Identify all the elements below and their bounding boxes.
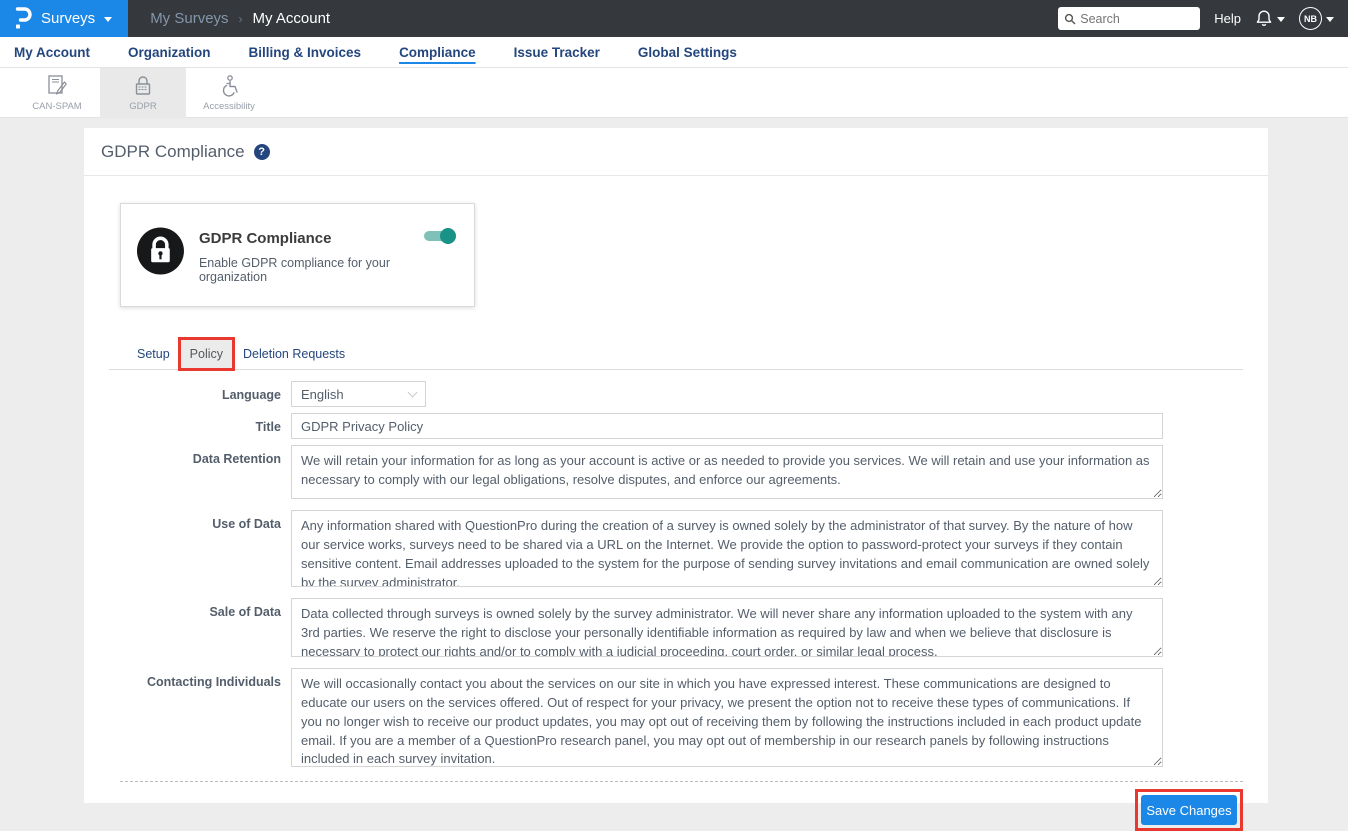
product-name: Surveys	[41, 10, 95, 27]
search-box[interactable]	[1058, 7, 1200, 30]
save-changes-button[interactable]: Save Changes	[1141, 795, 1237, 825]
breadcrumb-separator: ›	[239, 12, 243, 26]
data-retention-label: Data Retention	[109, 445, 281, 504]
search-input[interactable]	[1080, 12, 1190, 26]
accessibility-icon	[217, 74, 241, 98]
product-switcher[interactable]: Surveys	[0, 0, 128, 37]
language-label: Language	[109, 381, 281, 407]
panel-header: GDPR Compliance ?	[84, 128, 1268, 176]
canspam-document-icon	[46, 74, 68, 98]
top-bar: Surveys My Surveys › My Account Help NB	[0, 0, 1348, 37]
title-input[interactable]	[291, 413, 1163, 439]
lock-icon	[131, 74, 155, 98]
use-of-data-textarea[interactable]: Any information shared with QuestionPro …	[291, 510, 1163, 587]
tab-gdpr[interactable]: GDPR	[100, 68, 186, 118]
use-of-data-label: Use of Data	[109, 510, 281, 592]
account-nav: My Account Organization Billing & Invoic…	[0, 37, 1348, 68]
tab-accessibility[interactable]: Accessibility	[186, 68, 272, 118]
form-separator	[120, 781, 1243, 782]
nav-item-my-account[interactable]: My Account	[12, 39, 92, 66]
card-subtitle: Enable GDPR compliance for your organiza…	[199, 256, 456, 284]
help-link[interactable]: Help	[1214, 11, 1241, 26]
sale-of-data-textarea[interactable]: Data collected through surveys is owned …	[291, 598, 1163, 657]
subtab-setup[interactable]: Setup	[127, 339, 180, 369]
data-retention-textarea[interactable]: We will retain your information for as l…	[291, 445, 1163, 499]
nav-item-issue-tracker[interactable]: Issue Tracker	[512, 39, 602, 66]
sale-of-data-label: Sale of Data	[109, 598, 281, 662]
breadcrumb-parent[interactable]: My Surveys	[150, 10, 228, 27]
account-menu[interactable]: NB	[1299, 7, 1334, 30]
gdpr-feature-card: GDPR Compliance Enable GDPR compliance f…	[120, 203, 475, 307]
language-select[interactable]: English	[291, 381, 426, 407]
compliance-icon-tabs: CAN-SPAM GDPR Accessibility	[0, 68, 1348, 118]
gdpr-lock-icon	[136, 226, 185, 276]
nav-item-compliance[interactable]: Compliance	[397, 39, 478, 66]
bell-icon	[1255, 9, 1273, 28]
title-label: Title	[109, 413, 281, 439]
page-title: GDPR Compliance	[101, 142, 245, 162]
notifications-menu[interactable]	[1255, 9, 1285, 28]
gdpr-toggle[interactable]	[424, 228, 456, 244]
policy-form: Language English Title Data Retention We…	[109, 381, 1243, 772]
gdpr-subtabs: Setup Policy Deletion Requests	[109, 339, 1243, 370]
tab-label: GDPR	[129, 101, 156, 112]
nav-item-organization[interactable]: Organization	[126, 39, 213, 66]
card-title: GDPR Compliance	[199, 230, 456, 247]
chevron-down-icon	[408, 387, 418, 397]
contacting-individuals-label: Contacting Individuals	[109, 668, 281, 772]
questionpro-logo-icon	[12, 7, 32, 31]
chevron-down-icon	[1326, 17, 1334, 22]
language-value: English	[301, 387, 344, 402]
breadcrumb: My Surveys › My Account	[150, 10, 330, 27]
nav-item-billing-invoices[interactable]: Billing & Invoices	[247, 39, 364, 66]
chevron-down-icon	[104, 17, 112, 22]
nav-item-global-settings[interactable]: Global Settings	[636, 39, 739, 66]
chevron-down-icon	[1277, 17, 1285, 22]
tab-label: Accessibility	[203, 101, 255, 112]
tab-can-spam[interactable]: CAN-SPAM	[14, 68, 100, 118]
subtab-deletion-requests[interactable]: Deletion Requests	[233, 339, 355, 369]
breadcrumb-current: My Account	[253, 10, 331, 27]
contacting-individuals-textarea[interactable]: We will occasionally contact you about t…	[291, 668, 1163, 767]
tab-label: CAN-SPAM	[32, 101, 81, 112]
avatar: NB	[1299, 7, 1322, 30]
gdpr-compliance-panel: GDPR Compliance ? GDPR Compliance Enable…	[84, 128, 1268, 803]
subtab-policy[interactable]: Policy	[180, 339, 233, 369]
annotation-box-save: Save Changes	[1135, 789, 1243, 831]
search-icon	[1064, 13, 1076, 25]
help-icon[interactable]: ?	[254, 144, 270, 160]
